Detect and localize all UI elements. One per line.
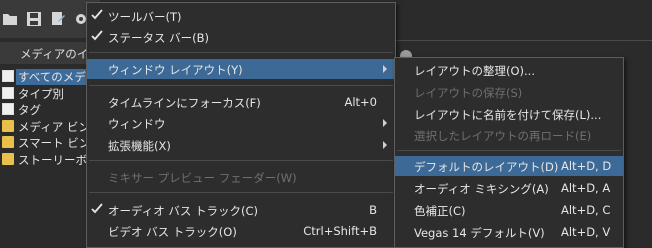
explorer-tree: すべてのメディア タイプ別 タグ メディア ビン スマート ビン ストーリーボー…: [0, 68, 110, 168]
folder-icon: [2, 152, 14, 165]
folder-icon: [2, 136, 14, 148]
menu-item-window[interactable]: ウィンドウ: [87, 113, 395, 133]
menu-item-audio-bus-tracks[interactable]: オーディオ バス トラック(C) B: [87, 200, 395, 220]
tree-item-label: タグ: [18, 103, 41, 117]
folder-icon[interactable]: [2, 11, 18, 27]
tree-item-tags[interactable]: タグ: [0, 101, 100, 118]
menu-separator: [397, 150, 621, 151]
submenu-arrow-icon: [383, 141, 387, 149]
menu-separator: [89, 192, 393, 193]
tree-item-by-type[interactable]: タイプ別: [0, 85, 100, 102]
menu-item-window-layout[interactable]: ウィンドウ レイアウト(Y): [87, 59, 395, 79]
submenu-arrow-icon: [383, 119, 387, 127]
tree-item-label: タイプ別: [18, 86, 64, 101]
tree-item-storyboards[interactable]: ストーリーボード: [0, 151, 110, 168]
menu-item-label: レイアウトの保存(S): [414, 86, 523, 100]
menu-item-label: ウィンドウ レイアウト(Y): [108, 63, 243, 77]
menu-item-toolbar[interactable]: ツールバー(T): [87, 6, 395, 26]
tree-item-label: スマート ビン: [18, 136, 91, 150]
media-icon: [2, 70, 14, 82]
menu-item-label: タイムラインにフォーカス(F): [108, 96, 261, 110]
menu-item-shortcut: Ctrl+Shift+B: [303, 224, 377, 238]
menu-item-audio-mixing[interactable]: オーディオ ミキシング(A) Alt+D, A: [395, 178, 623, 198]
menu-item-label: 選択したレイアウトの再ロード(E): [414, 129, 592, 143]
menu-item-label: ツールバー(T): [108, 10, 182, 24]
menu-item-label: レイアウトに名前を付けて保存(L)...: [414, 108, 602, 122]
menu-item-label: デフォルトのレイアウト(D): [414, 160, 559, 174]
media-icon: [2, 86, 14, 99]
submenu-arrow-icon: [383, 65, 387, 73]
explorer-header: メディアのインポート: [0, 42, 134, 64]
menu-item-label: Vegas 14 デフォルト(V): [414, 226, 545, 240]
timeline-divider: [395, 40, 652, 41]
checkmark-icon: [91, 203, 103, 214]
menu-item-label: ウィンドウ: [108, 117, 166, 131]
menu-item-extensions[interactable]: 拡張機能(X): [87, 135, 395, 155]
save-icon[interactable]: [26, 11, 42, 27]
menu-item-shortcut: Alt+D, C: [561, 203, 611, 217]
properties-icon[interactable]: [50, 11, 66, 27]
tree-item-all-media[interactable]: すべてのメディア: [0, 68, 110, 85]
menu-item-shortcut: B: [369, 203, 377, 217]
menu-item-save-layout[interactable]: レイアウトの保存(S): [395, 82, 623, 102]
menu-item-label: ステータス バー(B): [108, 31, 210, 45]
menu-item-vegas14-default[interactable]: Vegas 14 デフォルト(V) Alt+D, V: [395, 222, 623, 242]
menu-item-mixer-preview-fader[interactable]: ミキサー プレビュー フェーダー(W): [87, 167, 395, 187]
menu-separator: [89, 85, 393, 86]
menu-item-label: ミキサー プレビュー フェーダー(W): [108, 171, 297, 185]
tree-item-smart-bins[interactable]: スマート ビン: [0, 134, 100, 151]
menu-item-label: オーディオ ミキシング(A): [414, 182, 549, 196]
media-icon: [2, 103, 14, 115]
tree-item-media-bins[interactable]: メディア ビン: [0, 118, 100, 135]
menu-item-label: 拡張機能(X): [108, 139, 171, 153]
menu-item-shortcut: Alt+0: [344, 95, 377, 109]
menu-item-video-bus-tracks[interactable]: ビデオ バス トラック(O) Ctrl+Shift+B: [87, 221, 395, 241]
view-menu: ツールバー(T) ステータス バー(B) ウィンドウ レイアウト(Y) タイムラ…: [86, 2, 396, 248]
menu-item-label: ビデオ バス トラック(O): [108, 225, 237, 239]
checkmark-icon: [91, 9, 103, 20]
menu-item-default-layout[interactable]: デフォルトのレイアウト(D) Alt+D, D: [395, 156, 623, 176]
menu-item-color-correction[interactable]: 色補正(C) Alt+D, C: [395, 200, 623, 220]
menu-item-reload-layout[interactable]: 選択したレイアウトの再ロード(E): [395, 125, 623, 145]
menu-item-organize-layouts[interactable]: レイアウトの整理(O)...: [395, 60, 623, 80]
menu-separator: [89, 160, 393, 161]
menu-item-label: レイアウトの整理(O)...: [414, 64, 535, 78]
tree-item-label: メディア ビン: [18, 119, 90, 134]
menu-item-save-layout-as[interactable]: レイアウトに名前を付けて保存(L)...: [395, 104, 623, 124]
folder-icon: [2, 119, 14, 132]
menu-item-status-bar[interactable]: ステータス バー(B): [87, 27, 395, 47]
menu-item-focus-timeline[interactable]: タイムラインにフォーカス(F) Alt+0: [87, 92, 395, 112]
menu-item-shortcut: Alt+D, V: [561, 225, 611, 239]
menu-item-label: オーディオ バス トラック(C): [108, 204, 259, 218]
window-layout-submenu: レイアウトの整理(O)... レイアウトの保存(S) レイアウトに名前を付けて保…: [394, 57, 624, 248]
checkmark-icon: [91, 30, 103, 41]
main-toolbar: [0, 0, 100, 38]
menu-item-shortcut: Alt+D, D: [561, 159, 612, 173]
menu-item-shortcut: Alt+D, A: [561, 181, 611, 195]
menu-separator: [89, 52, 393, 53]
menu-item-label: 色補正(C): [414, 204, 466, 218]
